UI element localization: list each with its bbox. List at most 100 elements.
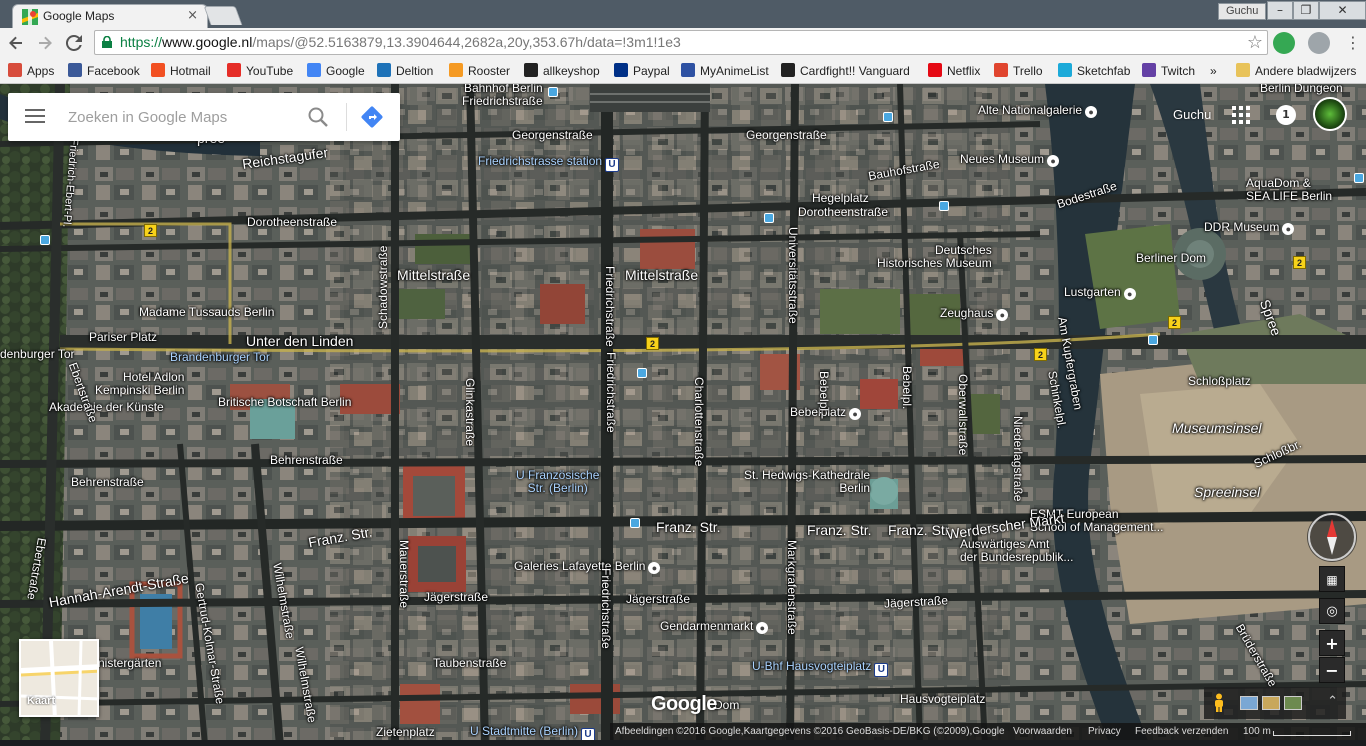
new-tab-button[interactable]: [203, 6, 243, 25]
terms-link[interactable]: Voorwaarden: [1013, 723, 1072, 740]
map-label-berlin-dungeon[interactable]: Berlin Dungeon: [1260, 84, 1343, 95]
window-minimize-button[interactable]: –: [1267, 1, 1293, 20]
landmark-icon: ●: [756, 622, 769, 634]
other-bookmarks-folder[interactable]: Andere bladwijzers: [1236, 62, 1356, 80]
bookmarks-overflow-button[interactable]: »: [1210, 62, 1217, 80]
map-label-zeughaus[interactable]: Zeughaus ●: [940, 307, 1009, 321]
zoom-in-button[interactable]: +: [1319, 630, 1345, 656]
transit-stop-icon[interactable]: [1354, 173, 1364, 183]
map-label-zietenplatz: Zietenplatz: [376, 725, 435, 739]
transit-stop-icon[interactable]: [40, 235, 50, 245]
bookmark-favicon-icon: [614, 63, 628, 77]
privacy-link[interactable]: Privacy: [1088, 723, 1121, 740]
map-label-hotel-adlon[interactable]: Hotel Adlon Kempinski Berlin: [95, 371, 184, 397]
transit-stop-icon[interactable]: [764, 213, 774, 223]
bookmark-rooster[interactable]: Rooster: [449, 62, 510, 80]
feedback-link[interactable]: Feedback verzenden: [1135, 723, 1228, 740]
compass-icon[interactable]: [1307, 512, 1357, 562]
imagery-thumbnail[interactable]: [1240, 696, 1258, 710]
forward-button[interactable]: [34, 32, 56, 54]
grammarly-extension-icon[interactable]: [1273, 32, 1295, 54]
transit-stop-icon[interactable]: [883, 112, 893, 122]
address-bar[interactable]: https://www.google.nl/maps/@52.5163879,1…: [94, 30, 1268, 55]
window-close-button[interactable]: ✕: [1319, 1, 1366, 20]
map-label-madame-tussauds[interactable]: Madame Tussauds Berlin: [139, 306, 274, 319]
window-maximize-button[interactable]: ❐: [1293, 1, 1319, 20]
google-apps-grid-icon[interactable]: [1232, 106, 1250, 124]
map-label-ddr-museum[interactable]: DDR Museum ●: [1204, 221, 1295, 235]
map-label-friedrichstrasse-station[interactable]: Friedrichstrasse station U: [478, 155, 620, 172]
account-name[interactable]: Guchu: [1173, 107, 1211, 122]
bookmark-trello[interactable]: Trello: [994, 62, 1043, 80]
map-label-aquadom[interactable]: AquaDom & SEA LIFE Berlin: [1246, 177, 1332, 203]
zoom-out-button[interactable]: −: [1319, 657, 1345, 683]
map-label-st-hedwigs-kathedrale[interactable]: St. Hedwigs-Kathedrale Berlin: [744, 469, 870, 495]
bookmark-paypal[interactable]: Paypal: [614, 62, 670, 80]
tab-close-icon[interactable]: ×: [187, 8, 198, 23]
road-shield: 2: [1168, 316, 1181, 329]
imagery-thumbnail[interactable]: [1262, 696, 1280, 710]
map-label-brandenburger-tor-partial[interactable]: denburger Tor: [0, 348, 75, 361]
bookmark-netflix[interactable]: Netflix: [928, 62, 980, 80]
satellite-map[interactable]: 2 2 2 2 2 Bahnhof Berlin Friedrichstraße…: [0, 84, 1366, 746]
map-label-alte-nationalgalerie[interactable]: Alte Nationalgalerie ●: [978, 104, 1098, 118]
map-label-bebelplatz-street: Bebelpl.: [817, 371, 831, 415]
bookmark-star-icon[interactable]: ☆: [1247, 32, 1263, 53]
reload-button[interactable]: [63, 32, 85, 54]
bookmark-twitch[interactable]: Twitch: [1142, 62, 1195, 80]
transit-stop-icon[interactable]: [548, 87, 558, 97]
map-label-brandenburger-tor-station[interactable]: Brandenburger Tor: [170, 351, 270, 364]
bookmark-facebook[interactable]: Facebook: [68, 62, 140, 80]
avatar[interactable]: [1313, 97, 1347, 131]
map-type-toggle[interactable]: Kaart: [19, 639, 99, 717]
map-label-britische-botschaft[interactable]: Britische Botschaft Berlin: [218, 396, 351, 409]
extension-icon[interactable]: [1308, 32, 1330, 54]
bookmark-hotmail[interactable]: Hotmail: [151, 62, 211, 80]
ubahn-icon: U: [605, 158, 620, 172]
map-label-deutsches-historisches-museum[interactable]: Deutsches Historisches Museum: [877, 244, 992, 270]
bookmark-myanimelist[interactable]: MyAnimeList: [681, 62, 769, 80]
bookmark-youtube[interactable]: YouTube: [227, 62, 293, 80]
map-label-dom: Dom: [714, 698, 740, 712]
map-label-auswaertiges-amt[interactable]: Auswärtiges Amt der Bundesrepublik...: [960, 538, 1073, 564]
imagery-thumbnail[interactable]: [1284, 696, 1302, 710]
bookmark-cardfight-vanguard[interactable]: Cardfight!! Vanguard: [781, 62, 910, 80]
profile-user-button[interactable]: Guchu: [1218, 3, 1267, 20]
notifications-badge[interactable]: 1: [1276, 105, 1296, 125]
tab-google-maps[interactable]: Google Maps ×: [12, 4, 208, 29]
bookmark-label: Twitch: [1161, 64, 1196, 78]
window-titlebar: Google Maps × Guchu – ❐ ✕: [0, 0, 1366, 29]
map-label-akademie[interactable]: Akademie der Künste: [49, 401, 164, 414]
transit-stop-icon[interactable]: [630, 518, 640, 528]
map-label-gendarmenmarkt[interactable]: Gendarmenmarkt ●: [660, 620, 769, 634]
map-label-pariser-platz[interactable]: Pariser Platz: [89, 331, 157, 344]
map-label-bahnhof[interactable]: Bahnhof Berlin Friedrichstraße: [462, 84, 543, 108]
bookmark-deltion[interactable]: Deltion: [377, 62, 433, 80]
tilt-button[interactable]: ▦: [1319, 566, 1345, 592]
pegman-icon[interactable]: [1212, 693, 1226, 713]
map-label-lustgarten[interactable]: Lustgarten ●: [1064, 286, 1136, 300]
map-label-galeries-lafayette[interactable]: Galeries Lafayette Berlin ●: [514, 560, 661, 574]
directions-icon[interactable]: [360, 105, 384, 129]
map-label-berliner-dom[interactable]: Berliner Dom: [1136, 252, 1206, 265]
scale-label[interactable]: 100 m: [1243, 723, 1271, 740]
expand-icon[interactable]: ⌃: [1327, 694, 1338, 709]
transit-stop-icon[interactable]: [939, 201, 949, 211]
map-label-neues-museum[interactable]: Neues Museum ●: [960, 153, 1060, 167]
map-label-u-franzoesische-str[interactable]: U Französische Str. (Berlin): [516, 469, 599, 495]
bookmark-sketchfab[interactable]: Sketchfab: [1058, 62, 1130, 80]
map-label-glinkastrasse: Glinkastraße: [463, 378, 477, 447]
my-location-button[interactable]: ◎: [1319, 598, 1345, 624]
search-icon[interactable]: [306, 105, 330, 129]
transit-stop-icon[interactable]: [637, 368, 647, 378]
bookmark-allkeyshop[interactable]: allkeyshop: [524, 62, 600, 80]
map-label-u-hausvogteiplatz[interactable]: U-Bhf Hausvogteiplatz U: [752, 660, 889, 677]
chrome-menu-icon[interactable]: ⋮: [1344, 33, 1362, 53]
back-button[interactable]: [5, 32, 27, 54]
search-input[interactable]: [68, 105, 298, 129]
bookmark-favicon-icon: [68, 63, 82, 77]
bookmark-google[interactable]: Google: [307, 62, 365, 80]
menu-hamburger-icon[interactable]: [25, 109, 45, 124]
bookmark-apps[interactable]: Apps: [8, 62, 54, 80]
transit-stop-icon[interactable]: [1148, 335, 1158, 345]
